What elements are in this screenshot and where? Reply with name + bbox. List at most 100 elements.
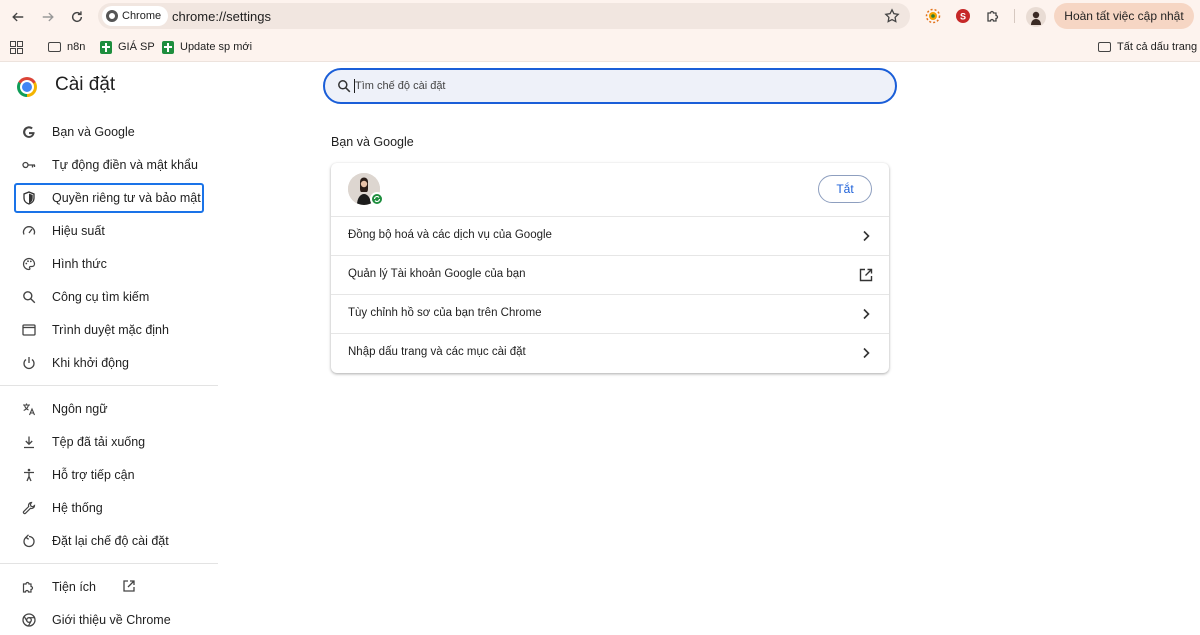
section-title: Bạn và Google (331, 135, 414, 149)
settings-sidebar: Cài đặt Bạn và Google Tự động điền và mậ… (0, 63, 218, 630)
sidebar-item-system[interactable]: Hệ thống (14, 493, 204, 523)
turn-off-sync-button[interactable]: Tắt (818, 175, 872, 203)
row-label: Tùy chỉnh hồ sơ của bạn trên Chrome (348, 307, 542, 319)
sidebar-item-label: Đặt lại chế độ cài đặt (52, 534, 169, 548)
back-button[interactable] (7, 6, 29, 28)
chrome-icon (106, 10, 118, 22)
sidebar-item-autofill[interactable]: Tự động điền và mật khẩu (14, 150, 204, 180)
sidebar-item-label: Hỗ trợ tiếp cận (52, 468, 135, 482)
extension-button[interactable] (924, 7, 942, 25)
sidebar-item-on-startup[interactable]: Khi khởi động (14, 348, 204, 378)
sidebar-item-downloads[interactable]: Tệp đã tải xuống (14, 427, 204, 457)
sidebar-divider (0, 385, 218, 386)
reload-icon (71, 11, 83, 23)
page-title: Cài đặt (55, 74, 116, 95)
sidebar-item-label: Giới thiệu về Chrome (52, 613, 171, 627)
sidebar-item-you-and-google[interactable]: Bạn và Google (14, 117, 204, 147)
shield-icon (22, 191, 36, 205)
customize-profile-row[interactable]: Tùy chỉnh hồ sơ của bạn trên Chrome (331, 294, 889, 333)
address-bar[interactable]: Chrome chrome://settings (98, 3, 910, 29)
bookmark-item[interactable]: n8n (48, 40, 85, 54)
folder-icon (1098, 42, 1111, 52)
wrench-icon (22, 501, 36, 515)
sidebar-item-label: Tiện ích (52, 580, 97, 594)
palette-icon (22, 257, 36, 271)
svg-text:S: S (960, 12, 966, 22)
chevron-right-icon (863, 230, 870, 242)
external-link-icon (123, 580, 135, 592)
sidebar-item-default-browser[interactable]: Trình duyệt mặc định (14, 315, 204, 345)
sidebar-item-label: Tệp đã tải xuống (52, 435, 146, 449)
search-icon (22, 290, 36, 304)
settings-search-box[interactable] (323, 68, 897, 104)
reload-button[interactable] (66, 6, 88, 28)
puzzle-icon (987, 10, 999, 22)
browser-window-icon (22, 323, 36, 337)
sidebar-item-accessibility[interactable]: Hỗ trợ tiếp cận (14, 460, 204, 490)
bookmark-item[interactable]: Update sp mới (162, 40, 252, 54)
row-label: Nhập dấu trang và các mục cài đặt (348, 346, 526, 358)
chevron-right-icon (863, 347, 870, 359)
sidebar-item-search-engine[interactable]: Công cụ tìm kiếm (14, 282, 204, 312)
sidebar-item-languages[interactable]: Ngôn ngữ (14, 394, 204, 424)
sidebar-item-label: Trình duyệt mặc định (52, 323, 169, 337)
settings-brand: Cài đặt (17, 74, 115, 97)
forward-button[interactable] (37, 6, 59, 28)
sync-services-row[interactable]: Đồng bộ hoá và các dịch vụ của Google (331, 216, 889, 255)
power-icon (22, 356, 36, 370)
update-chrome-button[interactable]: Hoàn tất việc cập nhật (1054, 3, 1194, 29)
bookmark-item[interactable]: GIÁ SP (100, 40, 155, 54)
sidebar-item-label: Công cụ tìm kiếm (52, 290, 150, 304)
sidebar-item-appearance[interactable]: Hình thức (14, 249, 204, 279)
browser-toolbar: Chrome chrome://settings S Hoàn tất việc… (0, 0, 1200, 32)
sheets-icon (100, 40, 112, 54)
chrome-icon (22, 613, 36, 627)
toolbar-divider (1014, 9, 1015, 23)
extension-sun-icon (925, 8, 941, 24)
download-icon (22, 435, 36, 449)
reset-icon (22, 534, 36, 548)
chevron-right-icon (863, 308, 870, 320)
all-bookmarks-button[interactable]: Tất cả dấu trang (1098, 40, 1197, 54)
profile-avatar-button[interactable] (1026, 7, 1046, 27)
sidebar-item-label: Hiệu suất (52, 224, 105, 238)
sync-badge-icon (370, 192, 384, 206)
sidebar-item-about-chrome[interactable]: Giới thiệu về Chrome (14, 605, 204, 635)
sidebar-item-label: Hình thức (52, 257, 107, 271)
url-text[interactable]: chrome://settings (172, 9, 271, 24)
bookmark-label: Update sp mới (180, 41, 253, 53)
row-label: Quản lý Tài khoản Google của bạn (348, 268, 526, 280)
sidebar-item-label: Hệ thống (52, 501, 103, 515)
arrow-left-icon (12, 12, 24, 22)
sidebar-item-privacy-security[interactable]: Quyền riêng tư và bảo mật (14, 183, 204, 213)
site-info-chip[interactable]: Chrome (102, 6, 169, 26)
accessibility-icon (22, 468, 36, 482)
apps-button[interactable] (10, 40, 23, 54)
sidebar-item-performance[interactable]: Hiệu suất (14, 216, 204, 246)
sidebar-item-reset-settings[interactable]: Đặt lại chế độ cài đặt (14, 526, 204, 556)
manage-account-row[interactable]: Quản lý Tài khoản Google của bạn (331, 255, 889, 294)
extension-s-icon: S (956, 9, 970, 23)
extensions-menu-button[interactable] (984, 7, 1002, 25)
translate-icon (22, 402, 36, 416)
bookmark-star-icon[interactable] (884, 8, 900, 24)
avatar-icon (1031, 11, 1041, 25)
search-input[interactable] (355, 78, 875, 94)
extension-button[interactable]: S (954, 7, 972, 25)
puzzle-icon (22, 580, 36, 594)
folder-icon (48, 42, 61, 52)
sidebar-item-label: Quyền riêng tư và bảo mật (52, 191, 201, 205)
search-icon (338, 80, 351, 93)
bookmark-label: n8n (67, 41, 86, 53)
key-icon (22, 158, 36, 172)
sidebar-item-label: Bạn và Google (52, 125, 135, 139)
sidebar-item-label: Tự động điền và mật khẩu (52, 158, 198, 172)
sidebar-item-extensions[interactable]: Tiện ích (14, 572, 204, 602)
import-bookmarks-row[interactable]: Nhập dấu trang và các mục cài đặt (331, 333, 889, 372)
google-icon (22, 125, 36, 139)
site-chip-label: Chrome (122, 10, 162, 22)
sheets-icon (162, 40, 174, 54)
row-label: Đồng bộ hoá và các dịch vụ của Google (348, 229, 552, 241)
apps-grid-icon (10, 40, 23, 54)
bookmark-label: GIÁ SP (118, 41, 155, 53)
